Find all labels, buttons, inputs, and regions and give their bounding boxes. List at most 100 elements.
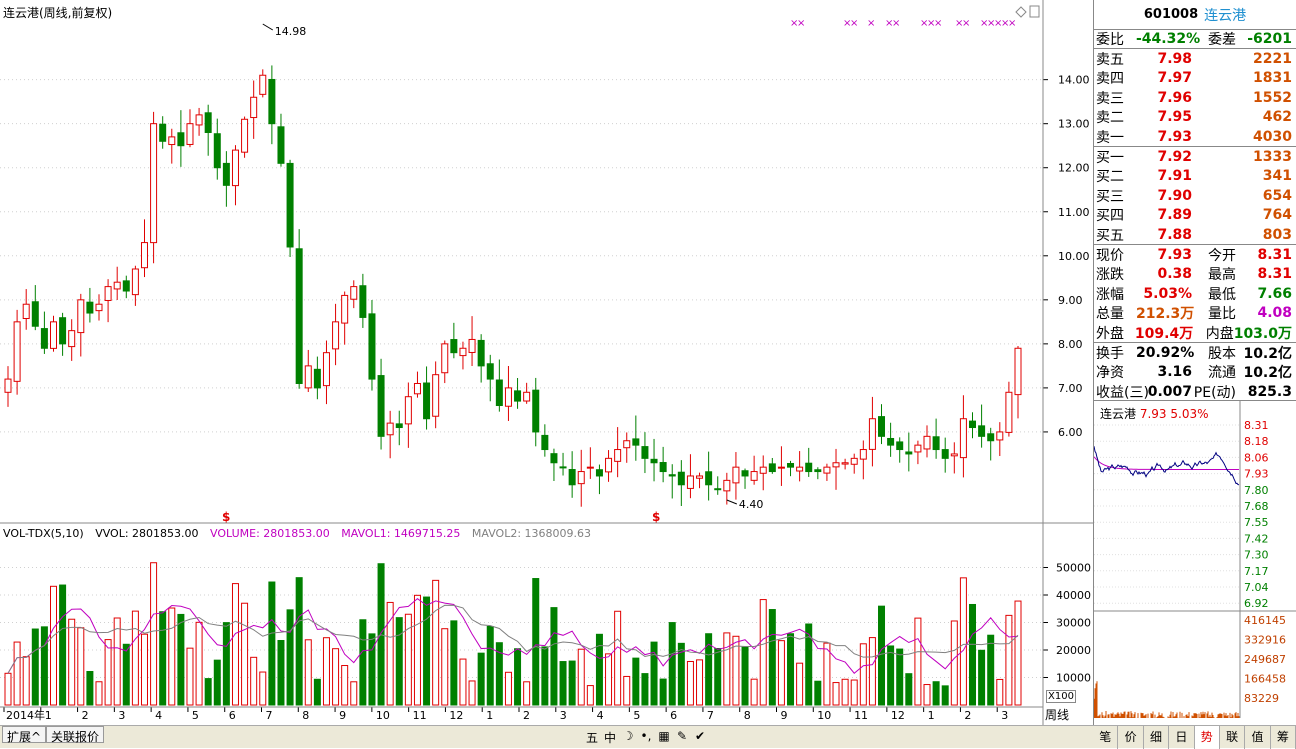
candle-body [322,352,330,387]
time-tick-label: 1 [928,709,935,722]
mavol1-value: MAVOL1: 1469715.25 [341,527,461,540]
ask-label: 卖三 [1096,90,1124,107]
candle-body [814,469,822,473]
fund-value: 0.007 [1147,383,1192,400]
candle-body [796,466,804,472]
volume-bar [313,678,321,706]
candle-body [13,321,21,382]
candle-body [459,347,467,357]
toolbar-icon-6[interactable]: ✔ [692,729,708,746]
candle-body [40,328,48,349]
right-tab-价[interactable]: 价 [1118,726,1144,749]
volume-bar [49,585,57,706]
ask-row: 卖一 7.93 4030 [1094,127,1296,146]
volume-bar [750,678,758,706]
candle-body [932,436,940,451]
stat-value: 212.3万 [1136,306,1195,323]
candle-body [595,469,603,477]
intraday-mini-chart[interactable]: 8.31 8.18 8.06 7.93 7.80 7.68 7.55 7.42 7.30 7.17… [1094,400,1296,718]
candle-body [168,136,176,146]
candle-body [486,363,494,380]
ask-label: 卖一 [1096,129,1124,146]
stat-value: 5.03% [1143,285,1192,302]
tab-expand[interactable]: 扩展^ [2,726,47,744]
right-tab-值[interactable]: 值 [1245,726,1271,749]
candle-body [386,422,394,436]
stock-name: 连云港 [1204,7,1247,24]
bid-value2: 654 [1262,187,1292,204]
stat-label2: 最高 [1208,267,1236,284]
candle-body [914,444,922,453]
volume-tick-label: 30000 [1056,617,1091,630]
high-annotation: 14.98 [275,25,307,38]
candle-body [31,301,39,327]
candle-body [22,303,30,320]
stat-row: 外盘 109.4万 内盘 103.0万 [1094,323,1296,342]
right-tab-细[interactable]: 细 [1144,726,1170,749]
volume-bar [777,640,785,706]
candle-body [959,418,967,459]
volume-bar [140,633,148,706]
mini-price-tick: 7.80 [1244,484,1269,497]
toolbar-icons: 五中 ☽ •, ▦ ✎ ✔ [584,729,708,746]
stock-header: 601008 连云港 [1094,0,1296,30]
event-marker: × [797,18,805,29]
volume-bar [532,578,540,706]
right-tab-势[interactable]: 势 [1194,726,1220,749]
weibi-row: 委比 -44.32% 委差 -6201 [1094,30,1296,50]
candle-body [450,339,458,354]
time-tick-label: 1 [45,709,52,722]
ask-row: 卖三 7.96 1552 [1094,88,1296,107]
candle-body [996,431,1004,441]
volume-bar [659,678,667,706]
volume-bar [459,658,467,706]
right-tab-联[interactable]: 联 [1220,726,1246,749]
candle-body [432,374,440,417]
volume-bar [896,648,904,706]
event-marker: × [1008,18,1016,29]
price-tick-label: 10.00 [1058,250,1090,263]
fund-value2: 10.2亿 [1243,345,1292,362]
candle-body [1005,391,1013,433]
candle-body [222,162,230,186]
toolbar-icon-4[interactable]: ▦ [656,729,672,746]
toolbar-icon-5[interactable]: ✎ [674,729,690,746]
toolbar-icon-1[interactable]: 中 [602,729,618,746]
volume-bar [550,607,558,706]
candle-body [641,446,649,459]
volume-bar [859,643,867,706]
candle-body [1014,347,1022,396]
volume-bar [741,646,749,706]
right-tab-筹[interactable]: 筹 [1271,726,1296,749]
candle-body [550,453,558,464]
tab-related-quotes[interactable]: 关联报价 [46,726,105,744]
bid-row: 买三 7.90 654 [1094,186,1296,205]
right-tab-笔[interactable]: 笔 [1093,726,1119,749]
candle-body [295,248,303,384]
mini-price-tick: 7.93 [1244,468,1269,481]
period-label[interactable]: 周线 [1045,706,1069,723]
volume-bar [787,633,795,706]
candle-body [577,471,585,485]
volume-bar [395,617,403,706]
main-chart[interactable]: 14.00 13.00 12.00 11.00 10.00 9.00 8.00 7.00 6.0… [0,0,1093,725]
toolbar-icon-0[interactable]: 五 [584,729,600,746]
event-marker: × [892,18,900,29]
toolbar-icon-2[interactable]: ☽ [620,729,636,746]
right-tab-日[interactable]: 日 [1169,726,1195,749]
candle-body [86,301,94,314]
toolbar-icon-3[interactable]: •, [638,729,654,746]
volume-bar [131,610,139,706]
candle-body [140,242,148,269]
candle-body [68,330,76,348]
candle-body [586,466,594,469]
bid-value2: 803 [1262,226,1292,243]
candle-body [413,382,421,395]
chart-title: 连云港(周线,前复权) [3,6,113,20]
ask-value2: 1552 [1253,89,1292,106]
candle-body [523,391,531,402]
volume-bar [341,665,349,706]
stat-row: 涨跌 0.38 最高 8.31 [1094,265,1296,284]
weicha-value: -6201 [1247,31,1292,48]
volume-bar [814,680,822,706]
